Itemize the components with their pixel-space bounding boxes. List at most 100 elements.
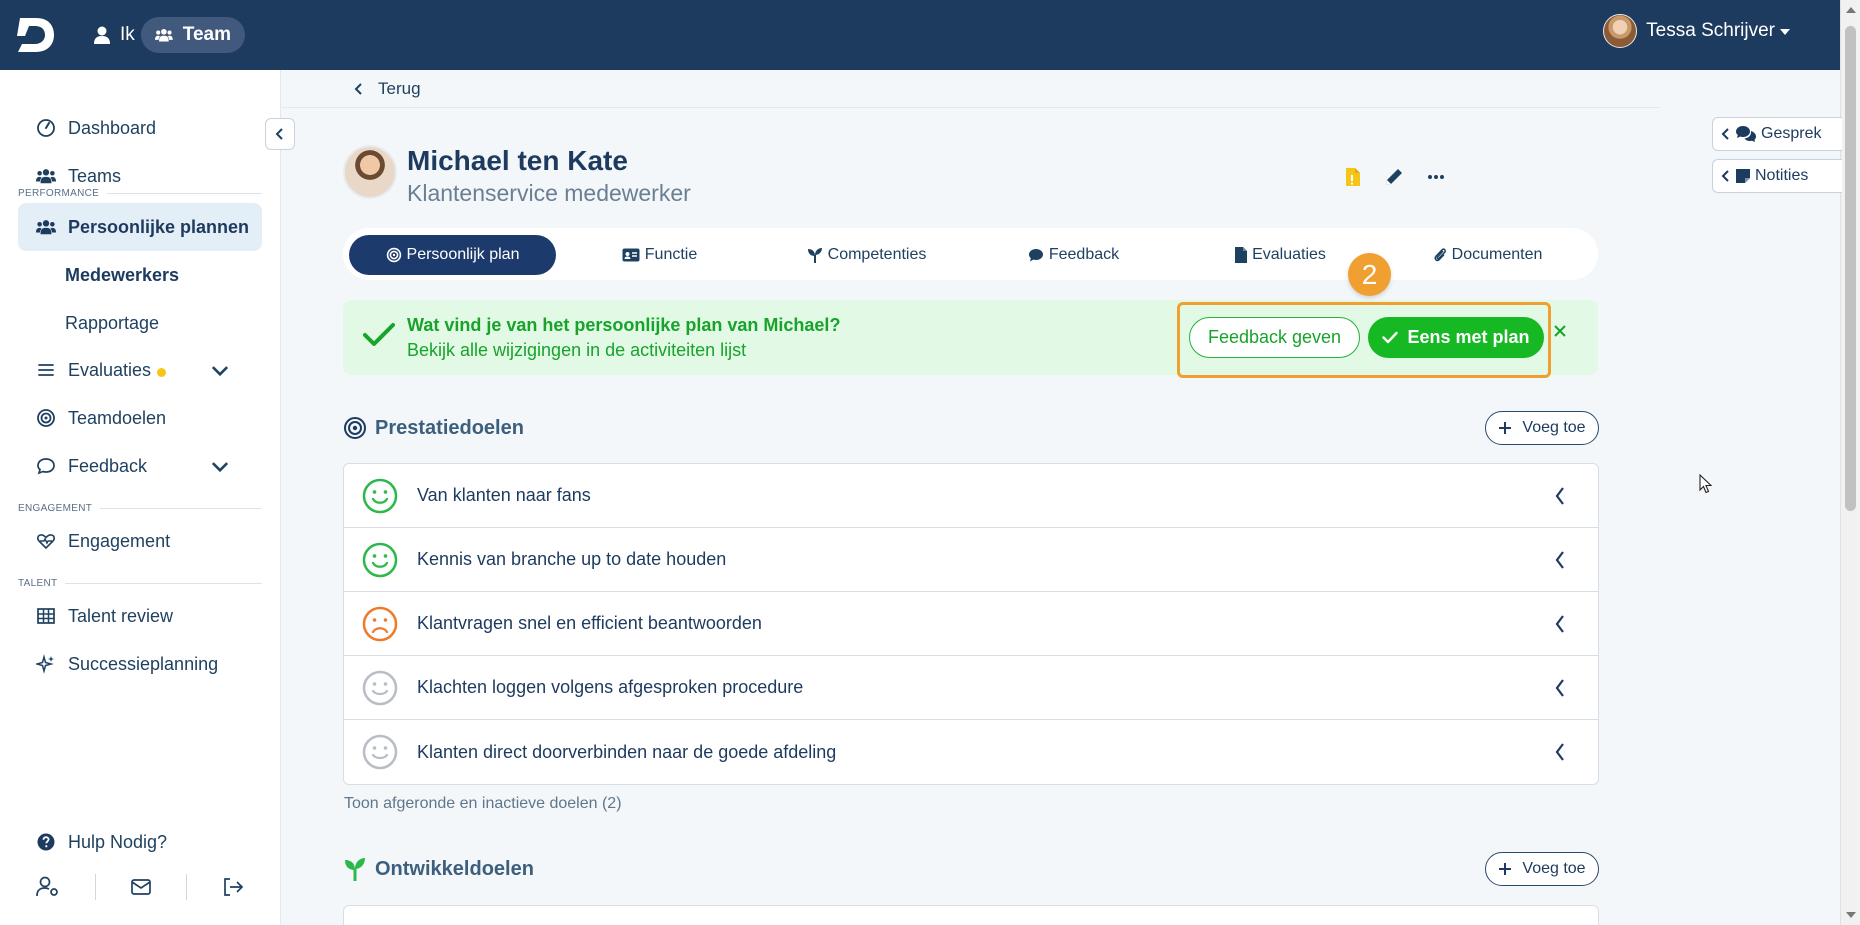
comment-icon bbox=[37, 458, 55, 475]
add-prestatiedoel-button[interactable]: Voeg toe bbox=[1485, 411, 1599, 445]
smiley-happy-icon bbox=[362, 478, 398, 514]
goal-row[interactable]: Klachten loggen volgens afgesproken proc… bbox=[344, 656, 1598, 720]
add-label: Voeg toe bbox=[1522, 860, 1586, 877]
goal-row[interactable]: Van klanten naar fans bbox=[344, 464, 1598, 528]
show-completed-goals-link[interactable]: Toon afgeronde en inactieve doelen (2) bbox=[344, 795, 622, 813]
plus-icon bbox=[1499, 863, 1512, 875]
tab-label: Documenten bbox=[1451, 246, 1543, 263]
chevron-left-icon[interactable] bbox=[1554, 614, 1566, 634]
tab-me[interactable]: Ik bbox=[84, 17, 145, 53]
gesprek-panel-button[interactable]: Gesprek bbox=[1712, 117, 1842, 151]
target-icon bbox=[386, 247, 401, 263]
heart-pulse-icon bbox=[37, 534, 55, 550]
dashboard-icon bbox=[37, 119, 55, 137]
app-logo[interactable] bbox=[16, 14, 56, 56]
sidebar-item-label: Dashboard bbox=[68, 117, 157, 138]
scroll-up-arrow[interactable] bbox=[1846, 7, 1856, 13]
section-title: Ontwikkeldoelen bbox=[375, 857, 534, 880]
id-card-icon bbox=[622, 248, 640, 262]
feedback-give-button[interactable]: Feedback geven bbox=[1189, 317, 1360, 358]
users-icon bbox=[36, 220, 56, 235]
document-icon[interactable] bbox=[1345, 167, 1361, 187]
profile-tabs: Persoonlijk plan Functie Competenties Fe… bbox=[343, 228, 1598, 280]
section-ontwikkeldoelen: Ontwikkeldoelen bbox=[343, 857, 534, 881]
more-icon[interactable] bbox=[1427, 174, 1445, 180]
sidebar-item-successieplanning[interactable]: Successieplanning bbox=[18, 640, 262, 688]
smiley-sad-icon bbox=[362, 606, 398, 642]
chevron-left-icon[interactable] bbox=[1554, 550, 1566, 570]
agree-with-plan-button[interactable]: Eens met plan bbox=[1368, 317, 1544, 358]
goal-list: Van klanten naar fans Kennis van branche… bbox=[343, 463, 1599, 785]
person-icon bbox=[94, 26, 110, 44]
sidebar-item-persoonlijke-plannen[interactable]: Persoonlijke plannen bbox=[18, 203, 262, 251]
tab-competenties[interactable]: Competenties bbox=[763, 235, 970, 275]
chevron-down-icon bbox=[211, 366, 229, 377]
step-badge: 2 bbox=[1348, 253, 1391, 296]
chevron-left-icon bbox=[354, 82, 362, 95]
comments-icon bbox=[1736, 126, 1756, 142]
plus-icon bbox=[1499, 422, 1512, 434]
goal-row[interactable]: Kennis van branche up to date houden bbox=[344, 528, 1598, 592]
section-label-performance: PERFORMANCE bbox=[18, 188, 262, 199]
logout-icon[interactable] bbox=[222, 877, 244, 897]
target-icon bbox=[344, 417, 366, 439]
tab-feedback[interactable]: Feedback bbox=[970, 235, 1177, 275]
sidebar-subitem-medewerkers[interactable]: Medewerkers bbox=[65, 265, 179, 286]
tab-documenten[interactable]: Documenten bbox=[1384, 235, 1591, 275]
tab-label: Functie bbox=[644, 246, 698, 263]
section-prestatiedoelen: Prestatiedoelen bbox=[343, 416, 524, 440]
goal-row[interactable]: Klanten direct doorverbinden naar de goe… bbox=[344, 720, 1598, 784]
scroll-thumb[interactable] bbox=[1845, 26, 1856, 511]
notities-panel-button[interactable]: Notities bbox=[1712, 159, 1842, 193]
add-ontwikkeldoel-button[interactable]: Voeg toe bbox=[1485, 852, 1599, 886]
chevron-left-icon[interactable] bbox=[1554, 678, 1566, 698]
chevron-left-icon[interactable] bbox=[1554, 742, 1566, 762]
chevron-left-icon bbox=[1721, 170, 1729, 182]
sidebar-item-label: Persoonlijke plannen bbox=[68, 216, 250, 237]
user-menu[interactable]: Tessa Schrijver bbox=[1603, 14, 1790, 48]
sidebar-item-feedback[interactable]: Feedback bbox=[18, 442, 262, 490]
chevron-left-icon[interactable] bbox=[1554, 486, 1566, 506]
mail-icon[interactable] bbox=[131, 879, 151, 895]
sidebar-item-evaluaties[interactable]: Evaluaties bbox=[18, 346, 262, 394]
profile-actions bbox=[1345, 166, 1445, 188]
pencil-icon[interactable] bbox=[1383, 166, 1405, 188]
sidebar-item-talent-review[interactable]: Talent review bbox=[18, 592, 262, 640]
sidebar: Dashboard Teams PERFORMANCE Persoonlijke… bbox=[0, 70, 281, 925]
close-icon[interactable] bbox=[1553, 324, 1567, 338]
sidebar-item-engagement[interactable]: Engagement bbox=[18, 517, 262, 565]
avatar bbox=[1603, 14, 1638, 48]
divider bbox=[186, 874, 188, 900]
help-link[interactable]: Hulp Nodig? bbox=[18, 818, 262, 866]
users-icon bbox=[36, 169, 56, 184]
banner-subtitle-link[interactable]: Bekijk alle wijzigingen in de activiteit… bbox=[407, 340, 746, 361]
sidebar-subitem-rapportage[interactable]: Rapportage bbox=[65, 313, 159, 334]
tab-team[interactable]: Team bbox=[141, 17, 245, 53]
tab-functie[interactable]: Functie bbox=[556, 235, 763, 275]
sidebar-item-label: Teams bbox=[68, 165, 122, 186]
sidebar-item-dashboard[interactable]: Dashboard bbox=[18, 104, 262, 152]
chevron-left-icon bbox=[1721, 128, 1729, 140]
back-link[interactable]: Terug bbox=[282, 70, 1660, 108]
comment-icon bbox=[1028, 248, 1043, 261]
section-label-engagement: ENGAGEMENT bbox=[18, 503, 262, 514]
goal-label: Klanten direct doorverbinden naar de goe… bbox=[417, 741, 837, 762]
users-icon bbox=[155, 28, 173, 42]
check-icon bbox=[363, 323, 395, 346]
smiley-happy-icon bbox=[362, 542, 398, 578]
sidebar-item-teamdoelen[interactable]: Teamdoelen bbox=[18, 394, 262, 442]
sidebar-item-label: Evaluaties bbox=[68, 359, 152, 380]
caret-down-icon bbox=[1780, 29, 1790, 35]
smiley-neutral-icon bbox=[362, 670, 398, 706]
sidebar-item-label: Successieplanning bbox=[68, 653, 219, 674]
goal-list bbox=[343, 905, 1599, 925]
goal-row[interactable]: Klantvragen snel en efficient beantwoord… bbox=[344, 592, 1598, 656]
page-title: Michael ten Kate bbox=[407, 145, 628, 176]
user-name: Tessa Schrijver bbox=[1646, 20, 1775, 41]
user-settings-icon[interactable] bbox=[35, 876, 60, 898]
tab-persoonlijk-plan[interactable]: Persoonlijk plan bbox=[349, 235, 556, 275]
scroll-down-arrow[interactable] bbox=[1846, 912, 1856, 918]
mouse-cursor-icon bbox=[1699, 474, 1713, 494]
scrollbar[interactable] bbox=[1840, 0, 1860, 925]
chevron-down-icon bbox=[211, 462, 229, 473]
